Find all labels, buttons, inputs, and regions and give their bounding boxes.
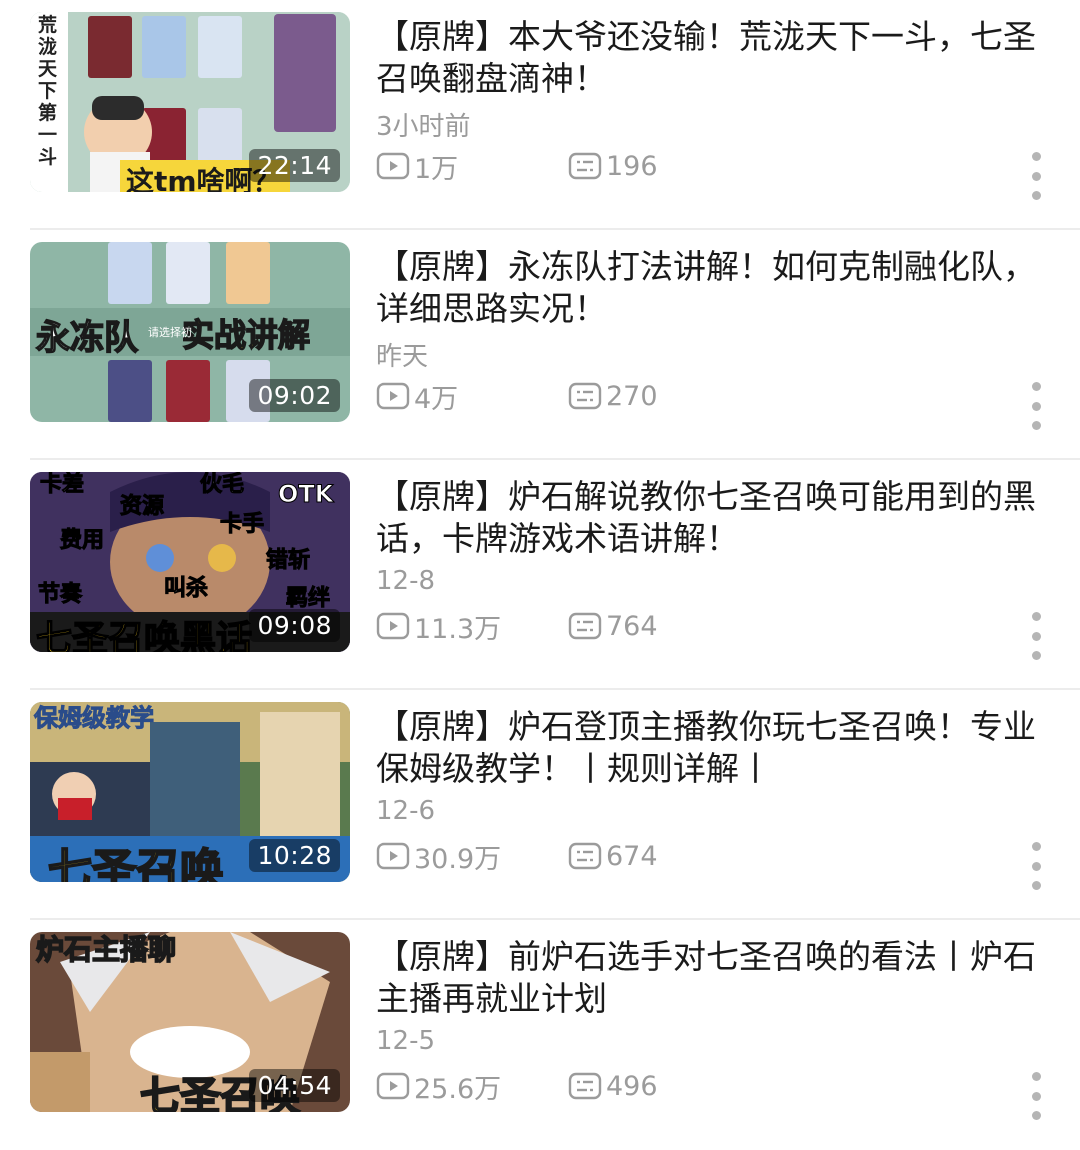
more-vertical-icon[interactable]	[1026, 382, 1046, 430]
video-item[interactable]: 炉石主播聊 七圣召唤 04:54 【原牌】前炉石选手对七圣召唤的看法丨炉石主播再…	[0, 920, 1080, 1150]
play-count-value: 30.9万	[414, 843, 502, 875]
publish-time: 3小时前	[376, 112, 471, 142]
thumbnail-caption: 实战讲解	[181, 315, 311, 355]
more-vertical-icon[interactable]	[1026, 1072, 1046, 1120]
thumbnail-caption: 永冻队	[35, 317, 139, 359]
danmaku-count-value: 764	[606, 610, 658, 642]
thumbnail-caption: 费用	[59, 528, 105, 554]
danmaku-count-icon	[568, 152, 602, 180]
duration-badge: 09:08	[249, 609, 340, 642]
danmaku-count-icon	[568, 612, 602, 640]
video-item[interactable]: 永冻队 实战讲解 请选择初 09:02 【原牌】永冻队打法讲解！如何克制融化队，…	[0, 230, 1080, 460]
video-stats: 4万 270	[376, 376, 658, 416]
play-count-value: 1万	[414, 153, 459, 185]
duration-badge: 04:54	[249, 1069, 340, 1102]
play-count: 1万	[376, 147, 568, 186]
video-item[interactable]: 卡差 资源 伙毛 OTK 费用 卡手 错斩 节奏 叫杀 羁绊 七圣召唤黑话 09…	[0, 460, 1080, 690]
thumbnail-caption: 节奏	[37, 582, 83, 608]
danmaku-count-value: 270	[606, 380, 658, 412]
thumbnail-caption: 荒泷天下第一斗	[38, 14, 58, 168]
more-vertical-icon[interactable]	[1026, 612, 1046, 660]
play-count-value: 4万	[414, 383, 459, 415]
video-title[interactable]: 【原牌】炉石登顶主播教你玩七圣召唤！专业保姆级教学！丨规则详解丨	[376, 706, 1046, 790]
play-count-value: 25.6万	[414, 1073, 502, 1105]
thumbnail-caption: 炉石主播聊	[35, 932, 177, 967]
thumbnail-caption: 卡手	[219, 512, 265, 538]
thumbnail-caption: 保姆级教学	[34, 704, 155, 733]
danmaku-count: 270	[568, 381, 658, 412]
thumbnail-caption: 伙毛	[199, 472, 245, 498]
video-stats: 11.3万 764	[376, 606, 658, 646]
thumbnail-caption: 卡差	[39, 472, 85, 498]
thumbnail-caption: 请选择初	[148, 326, 192, 339]
thumbnail-caption: 资源	[119, 494, 165, 520]
video-thumbnail[interactable]: 卡差 资源 伙毛 OTK 费用 卡手 错斩 节奏 叫杀 羁绊 七圣召唤黑话 09…	[30, 472, 350, 652]
danmaku-count-value: 674	[606, 840, 658, 872]
video-item[interactable]: 保姆级教学 七圣召唤 10:28 【原牌】炉石登顶主播教你玩七圣召唤！专业保姆级…	[0, 690, 1080, 920]
danmaku-count: 196	[568, 151, 658, 182]
video-title[interactable]: 【原牌】前炉石选手对七圣召唤的看法丨炉石主播再就业计划	[376, 936, 1046, 1020]
publish-time: 昨天	[376, 342, 429, 372]
publish-time: 12-5	[376, 1026, 436, 1056]
video-title[interactable]: 【原牌】本大爷还没输！荒泷天下一斗，七圣召唤翻盘滴神！	[376, 16, 1046, 100]
video-thumbnail[interactable]: 荒泷天下第一斗 这tm啥啊？ 22:14	[30, 12, 350, 192]
play-count-icon	[376, 152, 410, 180]
play-count-icon	[376, 612, 410, 640]
video-thumbnail[interactable]: 永冻队 实战讲解 请选择初 09:02	[30, 242, 350, 422]
play-count-icon	[376, 842, 410, 870]
duration-badge: 22:14	[249, 149, 340, 182]
danmaku-count-icon	[568, 1072, 602, 1100]
thumbnail-caption: 羁绊	[285, 586, 331, 612]
thumbnail-caption: 错斩	[265, 548, 311, 574]
thumbnail-caption: OTK	[277, 480, 334, 509]
publish-time: 12-8	[376, 566, 436, 596]
video-stats: 25.6万 496	[376, 1066, 658, 1106]
play-count: 11.3万	[376, 607, 568, 646]
duration-badge: 09:02	[249, 379, 340, 412]
video-title[interactable]: 【原牌】永冻队打法讲解！如何克制融化队，详细思路实况！	[376, 246, 1046, 330]
more-vertical-icon[interactable]	[1026, 842, 1046, 890]
danmaku-count-value: 196	[606, 150, 658, 182]
danmaku-count-value: 496	[606, 1070, 658, 1102]
video-stats: 1万 196	[376, 146, 658, 186]
duration-badge: 10:28	[249, 839, 340, 872]
play-count-icon	[376, 382, 410, 410]
danmaku-count-icon	[568, 382, 602, 410]
video-item[interactable]: 荒泷天下第一斗 这tm啥啊？ 22:14 【原牌】本大爷还没输！荒泷天下一斗，七…	[0, 0, 1080, 230]
play-count: 25.6万	[376, 1067, 568, 1106]
thumbnail-caption: 叫杀	[163, 576, 209, 602]
play-count: 4万	[376, 377, 568, 416]
video-stats: 30.9万 674	[376, 836, 658, 876]
more-vertical-icon[interactable]	[1026, 152, 1046, 200]
danmaku-count-icon	[568, 842, 602, 870]
thumbnail-caption: 七圣召唤黑话	[35, 618, 253, 652]
video-thumbnail[interactable]: 保姆级教学 七圣召唤 10:28	[30, 702, 350, 882]
play-count-icon	[376, 1072, 410, 1100]
danmaku-count: 764	[568, 611, 658, 642]
video-thumbnail[interactable]: 炉石主播聊 七圣召唤 04:54	[30, 932, 350, 1112]
play-count: 30.9万	[376, 837, 568, 876]
thumbnail-caption: 七圣召唤	[47, 844, 225, 882]
danmaku-count: 496	[568, 1071, 658, 1102]
danmaku-count: 674	[568, 841, 658, 872]
publish-time: 12-6	[376, 796, 436, 826]
play-count-value: 11.3万	[414, 613, 502, 645]
video-title[interactable]: 【原牌】炉石解说教你七圣召唤可能用到的黑话，卡牌游戏术语讲解！	[376, 476, 1046, 560]
